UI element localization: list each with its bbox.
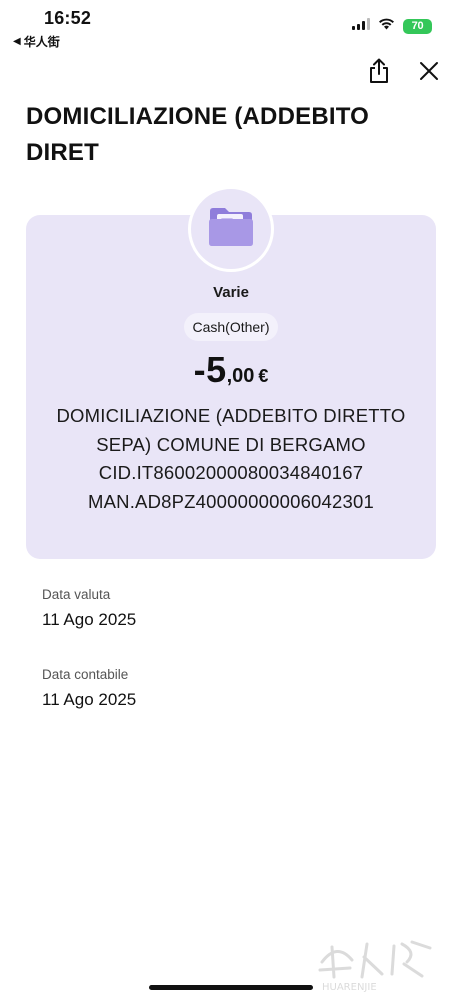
folder-icon [207,206,255,253]
value-date: 11 Ago 2025 [42,610,137,629]
battery-indicator: 70 [403,18,432,34]
description-line: CID.IT86002000080034840167 [98,462,364,483]
transaction-type-pill: Cash(Other) [184,313,278,341]
watermark-logo: HUARENJIE [312,932,442,993]
category-name: Varie [213,284,249,301]
cellular-signal-icon [352,17,370,35]
status-indicators: 70 [352,17,432,35]
description-line: DOMICILIAZIONE (ADDEBITO DIRETTO [56,405,406,426]
svg-text:HUARENJIE: HUARENJIE [322,982,377,992]
back-to-app-link[interactable]: ◀ 华人街 [13,33,60,50]
share-button[interactable] [366,58,392,89]
page-title-line-2: DIRET [26,139,99,166]
booking-date: 11 Ago 2025 [42,690,137,709]
back-triangle-icon: ◀ [13,36,21,47]
amount-currency: € [258,366,269,386]
value-date-label: Data valuta [42,587,111,602]
booking-date-label: Data contabile [42,667,129,682]
wifi-icon [378,17,395,35]
category-badge [188,186,274,272]
amount-main: -5 [193,349,227,390]
description-line: MAN.AD8PZ40000000006042301 [88,490,374,512]
back-app-label: 华人街 [23,35,60,49]
amount-decimal: ,00 [226,365,255,387]
status-time: 16:52 [44,8,92,28]
type-pill-wrapper: Cash(Other) [0,313,462,341]
home-indicator[interactable] [149,985,313,990]
header-actions [366,58,442,89]
description-line: SEPA) COMUNE DI BERGAMO [96,433,366,455]
page-title: DOMICILIAZIONE (ADDEBITO DIRET [26,99,426,171]
page-title-line-1: DOMICILIAZIONE (ADDEBITO [26,103,370,130]
share-icon [368,58,390,89]
close-icon [419,61,439,86]
transaction-amount: -5,00 € [0,349,462,391]
close-button[interactable] [416,60,442,86]
transaction-description: DOMICILIAZIONE (ADDEBITO DIRETTO SEPA) C… [40,402,422,516]
